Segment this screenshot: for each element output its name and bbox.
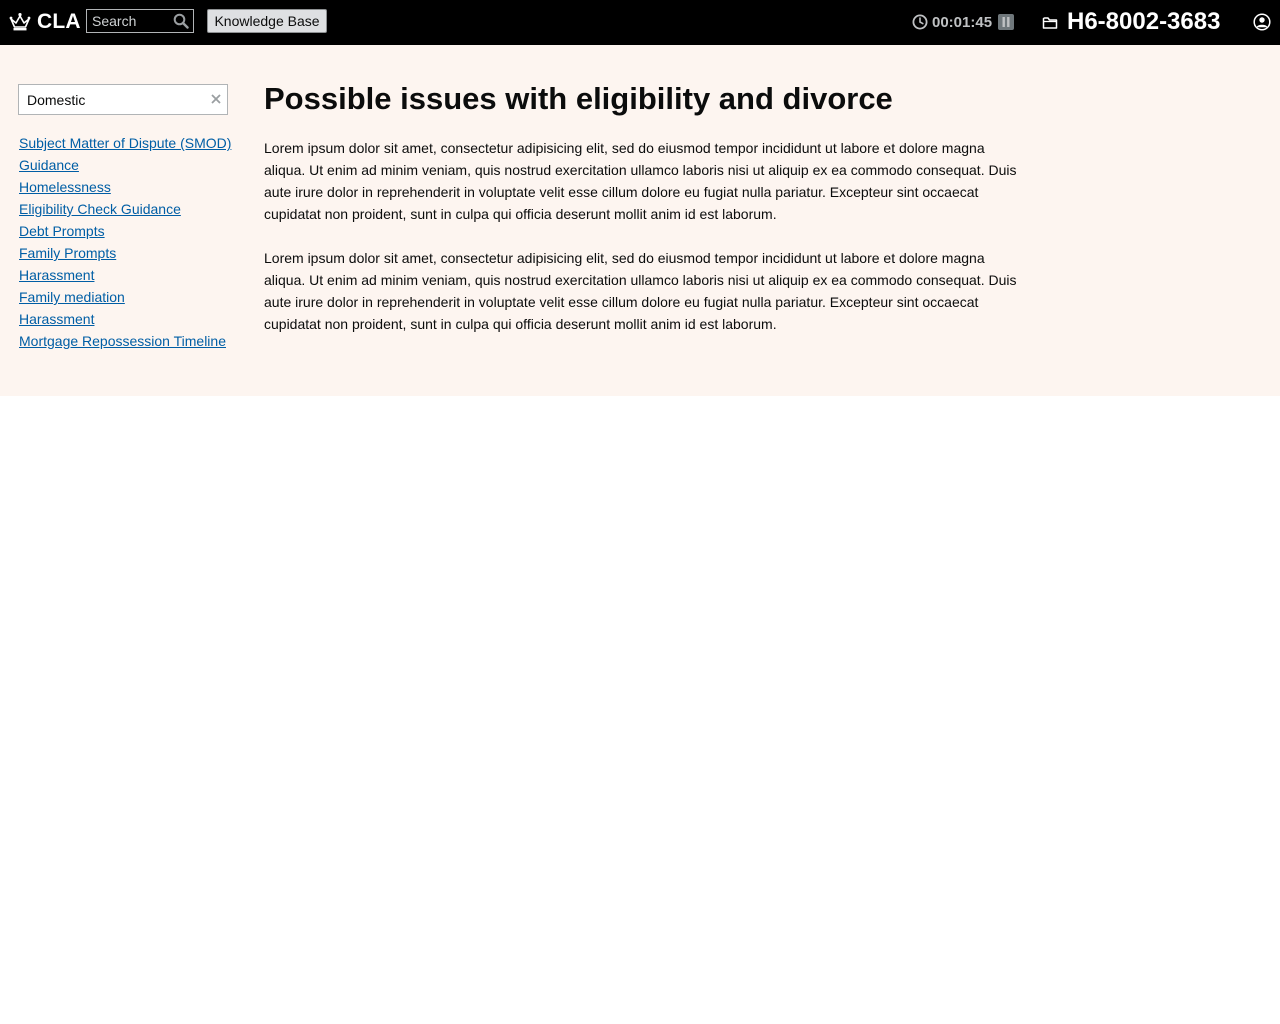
list-item: Eligibility Check Guidance: [19, 198, 231, 220]
list-item: Harassment: [19, 308, 231, 330]
call-timer: 00:01:45: [912, 12, 1015, 32]
close-icon: [211, 94, 221, 104]
knowledge-base-panel: Subject Matter of Dispute (SMOD) Guidanc…: [0, 45, 1280, 396]
article-list: Subject Matter of Dispute (SMOD) Guidanc…: [19, 132, 231, 352]
user-icon: [1253, 13, 1271, 31]
article-link-harassment-2[interactable]: Harassment: [19, 311, 94, 327]
brand-home-link[interactable]: CLA: [9, 9, 81, 35]
article-content: Possible issues with eligibility and div…: [264, 79, 1024, 335]
list-item: Family Prompts: [19, 242, 231, 264]
article-link-family-prompts[interactable]: Family Prompts: [19, 245, 116, 261]
list-item: Subject Matter of Dispute (SMOD): [19, 132, 231, 154]
pause-timer-button[interactable]: [998, 14, 1015, 30]
list-item: Mortgage Repossession Timeline: [19, 330, 231, 352]
folder-icon: [1042, 16, 1058, 29]
case-reference-link[interactable]: H6-8002-3683: [1042, 6, 1220, 38]
top-bar: CLA Knowledge Base 00:01:45 H6-: [0, 0, 1280, 45]
search-icon: [173, 13, 189, 29]
article-paragraph: Lorem ipsum dolor sit amet, consectetur …: [264, 140, 1017, 222]
crown-icon: [9, 13, 31, 31]
article-link-mortgage-repossession-timeline[interactable]: Mortgage Repossession Timeline: [19, 333, 226, 349]
case-reference: H6-8002-3683: [1067, 8, 1221, 35]
header-search: [86, 9, 194, 33]
knowledge-base-button[interactable]: Knowledge Base: [207, 9, 327, 33]
clock-icon: [912, 14, 928, 30]
list-item: Homelessness: [19, 176, 231, 198]
list-item: Harassment: [19, 264, 231, 286]
article-filter: [18, 84, 228, 115]
list-item: Debt Prompts: [19, 220, 231, 242]
article-link-homelessness[interactable]: Homelessness: [19, 179, 111, 195]
clear-filter-button[interactable]: [209, 92, 223, 106]
article-link-eligibility-check-guidance[interactable]: Eligibility Check Guidance: [19, 201, 181, 217]
article-link-family-mediation[interactable]: Family mediation: [19, 289, 125, 305]
list-item: Family mediation: [19, 286, 231, 308]
article-paragraph: Lorem ipsum dolor sit amet, consectetur …: [264, 250, 1017, 332]
article-link-guidance[interactable]: Guidance: [19, 157, 79, 173]
list-item: Guidance: [19, 154, 231, 176]
user-menu-button[interactable]: [1253, 13, 1271, 31]
pause-icon: [1002, 17, 1010, 27]
article-link-harassment[interactable]: Harassment: [19, 267, 94, 283]
filter-input[interactable]: [19, 85, 199, 114]
search-button[interactable]: [171, 12, 191, 30]
timer-value: 00:01:45: [932, 13, 993, 31]
brand-name: CLA: [37, 10, 81, 33]
article-link-debt-prompts[interactable]: Debt Prompts: [19, 223, 105, 239]
search-input[interactable]: [87, 10, 171, 32]
page-title: Possible issues with eligibility and div…: [264, 81, 893, 116]
article-link-smod[interactable]: Subject Matter of Dispute (SMOD): [19, 135, 231, 151]
